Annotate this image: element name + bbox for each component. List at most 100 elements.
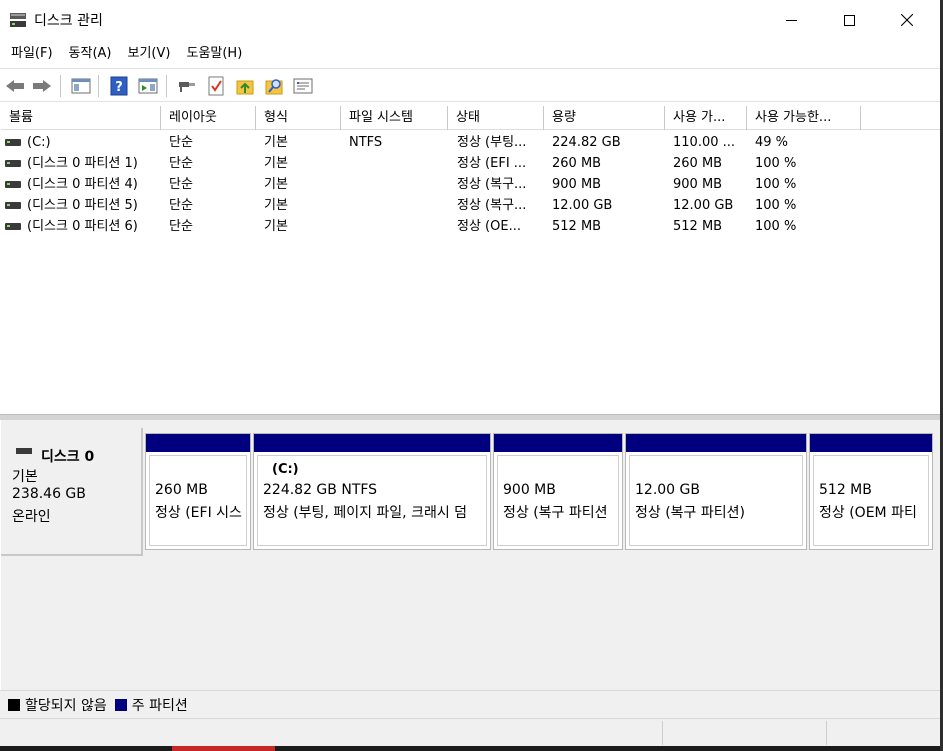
minimize-button[interactable] (762, 0, 820, 40)
column-header-free-space[interactable]: 사용 가... (665, 106, 747, 130)
partition-status: 정상 (OEM 파티 (819, 505, 917, 521)
volume-free-space: 12.00 GB (673, 198, 734, 213)
console-tree-icon (71, 78, 91, 94)
volume-list: 볼륨 레이아웃 형식 파일 시스템 상태 용량 사용 가... 사용 가능한..… (1, 106, 941, 414)
volume-filesystem (349, 195, 446, 216)
status-bar (0, 718, 943, 746)
menu-action[interactable]: 동작(A) (61, 40, 120, 68)
maximize-icon (843, 14, 855, 26)
table-row[interactable]: (디스크 0 파티션 4) 단순 기본 정상 (복구... 900 MB 900… (1, 174, 941, 195)
volume-percent-free: 100 % (755, 156, 797, 171)
volume-capacity: 260 MB (552, 156, 602, 171)
drive-icon (5, 181, 21, 188)
volume-free-space: 110.00 ... (673, 135, 736, 150)
volume-name: (디스크 0 파티션 6) (27, 219, 138, 234)
column-header-volume[interactable]: 볼륨 (1, 106, 161, 130)
disk-graph-pane: 디스크 0 기본 238.46 GB 온라인 260 MB 정상 (EFI 시스… (1, 420, 941, 690)
column-header-percent-free[interactable]: 사용 가능한... (747, 106, 861, 130)
up-folder-button[interactable] (234, 75, 256, 97)
toolbar-separator (98, 75, 99, 97)
partition-status: 정상 (EFI 시스 (155, 505, 242, 521)
volume-status: 정상 (EFI ... (457, 156, 527, 171)
toolbar: ? (0, 68, 943, 102)
table-row[interactable]: (디스크 0 파티션 6) 단순 기본 정상 (OE... 512 MB 512… (1, 216, 941, 237)
table-row[interactable]: (C:) 단순 기본 NTFS 정상 (부팅... 224.82 GB 110.… (1, 132, 941, 153)
console-tree-button[interactable] (70, 75, 92, 97)
volume-percent-free: 100 % (755, 198, 797, 213)
taskbar-highlight (172, 746, 275, 751)
primary-partition-bar (146, 434, 250, 452)
menu-view[interactable]: 보기(V) (120, 40, 179, 68)
partition-block[interactable]: 12.00 GB 정상 (복구 파티션) (625, 433, 807, 550)
close-button[interactable] (878, 0, 936, 40)
find-button[interactable] (263, 75, 285, 97)
volume-type: 기본 (264, 177, 288, 192)
partition-body: 260 MB 정상 (EFI 시스 (149, 455, 247, 546)
checklist-button[interactable] (205, 75, 227, 97)
column-header-type[interactable]: 형식 (256, 106, 341, 130)
primary-partition-swatch (114, 698, 127, 711)
legend-primary-partition: 주 파티션 (131, 697, 188, 714)
properties-button[interactable] (292, 75, 314, 97)
partition-size: 900 MB (503, 482, 556, 498)
partition-body: 900 MB 정상 (복구 파티션 (497, 455, 619, 546)
column-header-capacity[interactable]: 용량 (544, 106, 665, 130)
volume-name: (디스크 0 파티션 1) (27, 156, 138, 171)
toolbar-separator (166, 75, 167, 97)
volume-name: (디스크 0 파티션 4) (27, 177, 138, 192)
volume-filesystem (349, 174, 446, 195)
primary-partition-bar (494, 434, 622, 452)
primary-partition-bar (810, 434, 932, 452)
volume-percent-free: 49 % (755, 135, 789, 150)
partition-size: 224.82 GB NTFS (263, 482, 378, 498)
legend-unallocated: 할당되지 않음 (25, 697, 107, 714)
primary-partition-bar (254, 434, 490, 452)
disk-label-panel[interactable]: 디스크 0 기본 238.46 GB 온라인 (1, 428, 143, 556)
drive-icon (5, 139, 21, 146)
menu-file[interactable]: 파일(F) (3, 40, 61, 68)
disk-icon (16, 448, 32, 454)
volume-percent-free: 100 % (755, 177, 797, 192)
forward-arrow-icon (33, 80, 51, 92)
volume-status: 정상 (복구... (457, 198, 527, 213)
partition-block[interactable]: 260 MB 정상 (EFI 시스 (145, 433, 251, 550)
volume-free-space: 260 MB (673, 156, 723, 171)
column-header-filesystem[interactable]: 파일 시스템 (341, 106, 448, 130)
volume-filesystem: NTFS (349, 135, 383, 150)
partition-block[interactable]: 900 MB 정상 (복구 파티션 (493, 433, 623, 550)
partition-status: 정상 (부팅, 페이지 파일, 크래시 덤 (263, 505, 468, 521)
minimize-icon (785, 19, 797, 21)
connect-button[interactable] (176, 75, 198, 97)
disk-type: 기본 (12, 469, 38, 485)
drive-icon (5, 223, 21, 230)
partition-block[interactable]: (C:) 224.82 GB NTFS 정상 (부팅, 페이지 파일, 크래시 … (253, 433, 491, 550)
taskbar-edge (0, 746, 943, 751)
menu-help[interactable]: 도움말(H) (178, 40, 250, 68)
back-button[interactable] (4, 75, 26, 97)
help-icon: ? (110, 76, 128, 96)
forward-button[interactable] (31, 75, 53, 97)
column-header-layout[interactable]: 레이아웃 (161, 106, 256, 130)
volume-capacity: 224.82 GB (552, 135, 621, 150)
table-row[interactable]: (디스크 0 파티션 1) 단순 기본 정상 (EFI ... 260 MB 2… (1, 153, 941, 174)
status-divider (662, 721, 663, 745)
volume-type: 기본 (264, 135, 288, 150)
action-pane-button[interactable] (137, 75, 159, 97)
partition-block[interactable]: 512 MB 정상 (OEM 파티 (809, 433, 933, 550)
back-arrow-icon (6, 80, 24, 92)
table-row[interactable]: (디스크 0 파티션 5) 단순 기본 정상 (복구... 12.00 GB 1… (1, 195, 941, 216)
volume-layout: 단순 (169, 177, 193, 192)
column-header-status[interactable]: 상태 (448, 106, 544, 130)
help-button[interactable]: ? (108, 75, 130, 97)
up-folder-icon (236, 80, 254, 95)
find-icon (265, 79, 283, 95)
partition-status: 정상 (복구 파티션 (503, 505, 608, 521)
disk-status: 온라인 (12, 509, 51, 525)
title-bar: 디스크 관리 (0, 0, 943, 40)
volume-filesystem (349, 153, 446, 174)
partition-name: (C:) (272, 462, 299, 477)
maximize-button[interactable] (820, 0, 878, 40)
toolbar-separator (60, 75, 61, 97)
partition-body: 512 MB 정상 (OEM 파티 (813, 455, 929, 546)
partition-size: 260 MB (155, 482, 208, 498)
